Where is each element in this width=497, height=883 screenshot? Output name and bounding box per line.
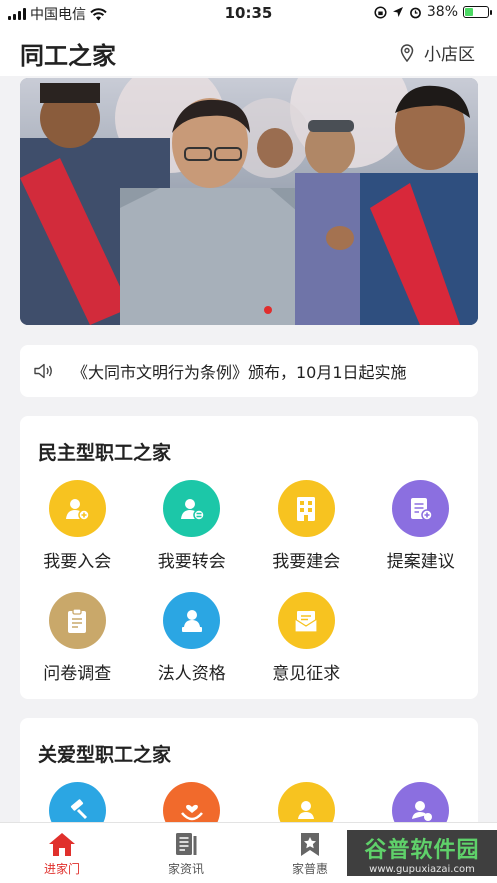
- feature-build[interactable]: 我要建会: [249, 480, 364, 586]
- section-democratic-home: 民主型职工之家 我要入会 我要转会 我要建会 提案建议 问卷调查 法人资格 意见…: [20, 416, 478, 699]
- notice-text: 《大同市文明行为条例》颁布，10月1日起实施: [72, 363, 407, 382]
- feature-label: 我要建会: [272, 552, 341, 572]
- status-right: 38%: [374, 4, 492, 20]
- carousel-indicator[interactable]: [264, 306, 272, 314]
- home-icon: [49, 833, 75, 856]
- location-selector[interactable]: 小店区: [400, 40, 475, 65]
- legal-person-icon: [163, 592, 221, 649]
- section-title: 关爱型职工之家: [38, 744, 172, 766]
- status-bar: 中国电信 10:35 38%: [0, 0, 497, 26]
- building-icon: [277, 480, 335, 537]
- rotation-lock-icon: [374, 5, 387, 19]
- feature-label: 问卷调查: [43, 664, 112, 684]
- site-watermark: 谷普软件园 www.gupuxiazai.com: [347, 830, 497, 876]
- feature-label: 法人资格: [157, 664, 226, 684]
- tab-home[interactable]: 进家门: [0, 823, 124, 883]
- tab-label: 进家门: [43, 862, 80, 876]
- page-title: 同工之家: [20, 42, 116, 70]
- survey-icon: [48, 592, 106, 649]
- join-icon: [48, 480, 106, 537]
- banner-carousel[interactable]: [20, 78, 478, 325]
- alarm-icon: [409, 7, 421, 18]
- banner-photo: [20, 78, 478, 325]
- tab-news[interactable]: 家资讯: [124, 823, 248, 883]
- section-title: 民主型职工之家: [38, 442, 172, 464]
- transfer-icon: [163, 480, 221, 537]
- app-header: 同工之家 小店区: [0, 26, 497, 76]
- feature-legal-person[interactable]: 法人资格: [135, 592, 250, 698]
- battery-icon: [463, 6, 492, 18]
- benefit-star-icon: [301, 833, 319, 856]
- location-pin-icon: [400, 43, 414, 62]
- feature-label: 提案建议: [386, 552, 455, 572]
- tab-label: 家普惠: [291, 862, 328, 876]
- tab-label: 家资讯: [167, 862, 204, 876]
- feature-feedback[interactable]: 意见征求: [249, 592, 364, 698]
- feature-proposal[interactable]: 提案建议: [364, 480, 479, 586]
- news-icon: [176, 833, 197, 855]
- watermark-url: www.gupuxiazai.com: [369, 863, 475, 875]
- notice-bar[interactable]: 《大同市文明行为条例》颁布，10月1日起实施: [20, 345, 478, 397]
- proposal-icon: [392, 480, 450, 537]
- feature-label: 我要转会: [157, 552, 226, 572]
- feature-join[interactable]: 我要入会: [20, 480, 135, 586]
- feature-label: 意见征求: [272, 664, 341, 684]
- speaker-icon: [34, 363, 52, 379]
- watermark-logo-text: 谷普软件园: [364, 837, 480, 863]
- feature-label: 我要入会: [43, 552, 112, 572]
- feedback-envelope-icon: [277, 592, 335, 649]
- location-arrow-icon: [392, 7, 403, 17]
- feature-survey[interactable]: 问卷调查: [20, 592, 135, 698]
- location-label: 小店区: [424, 45, 475, 65]
- feature-grid: 我要入会 我要转会 我要建会 提案建议 问卷调查 法人资格 意见征求: [20, 480, 478, 698]
- feature-transfer[interactable]: 我要转会: [135, 480, 250, 586]
- battery-percent: 38%: [426, 4, 458, 20]
